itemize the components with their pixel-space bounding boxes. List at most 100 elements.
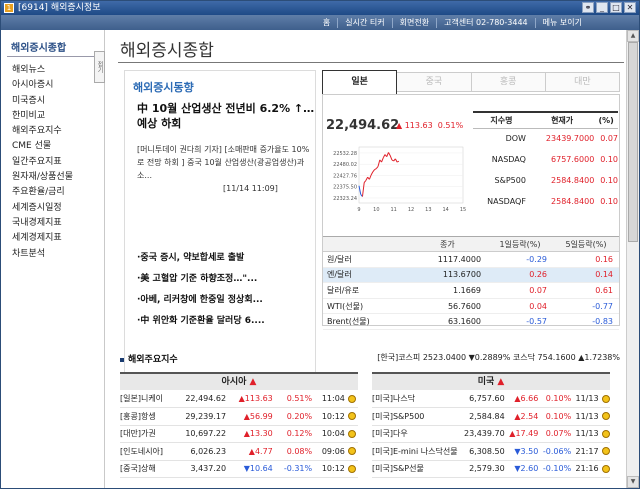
sidebar-item[interactable]: 해외주요지수 <box>12 123 73 138</box>
sidebar-item[interactable]: 주요환율/금리 <box>12 184 73 199</box>
news-link[interactable]: ·아베, 리커창에 한중일 정상회... <box>137 292 315 313</box>
sidebar-item[interactable]: 일간주요지표 <box>12 154 73 169</box>
sidebar-item[interactable]: 미국증시 <box>12 93 73 108</box>
fx-5day: 0.14 <box>553 267 619 284</box>
chart-segment <box>363 180 367 183</box>
table-row[interactable]: [대만]가권 10,697.22 ▲13.30 0.12% 10:04 <box>120 425 358 443</box>
market-pct: 0.20% <box>275 407 316 426</box>
news-headline[interactable]: 中 10월 산업생산 전년비 6.2% ↑…예상 하회 <box>137 101 315 131</box>
chart-segment <box>389 155 393 161</box>
sidebar-item[interactable]: 국내경제지표 <box>12 215 73 230</box>
col-blank <box>323 236 408 252</box>
market-value: 10,697.22 <box>174 425 230 443</box>
table-row[interactable]: [미국]나스닥 6,757.60 ▲6.66 0.10% 11/13 <box>372 390 610 408</box>
table-row[interactable]: [미국]S&P선물 2,579.30 ▼2.60 -0.10% 21:16 <box>372 460 610 478</box>
sidebar-item[interactable]: 세계경제지표 <box>12 230 73 245</box>
market-name: [인도네시아] <box>120 442 175 461</box>
scroll-up-icon[interactable]: ▲ <box>627 30 639 42</box>
news-link[interactable]: ·中 위안화 기준환율 달러당 6.... <box>137 313 315 334</box>
market-change: ▲13.30 <box>229 425 276 443</box>
table-row[interactable]: NASDAQ 6757.6000 0.10 <box>473 149 618 170</box>
news-link[interactable]: ·美 고혈압 기준 하향조정…"... <box>137 271 315 292</box>
scroll-down-icon[interactable]: ▼ <box>627 476 639 488</box>
market-value: 22,494.62 <box>174 390 230 408</box>
table-row[interactable]: S&P500 2584.8400 0.10 <box>473 170 618 191</box>
news-link[interactable]: ·중국 증시, 약보합세로 출발 <box>137 250 315 271</box>
clock-icon <box>347 460 358 478</box>
sidebar-item[interactable]: 원자재/상품선물 <box>12 169 73 184</box>
chart-segment <box>391 159 394 162</box>
table-row[interactable]: 달러/유로 1.1669 0.07 0.61 <box>323 282 619 299</box>
table-row[interactable]: Brent(선물) 63.1600 -0.57 -0.83 <box>323 313 619 330</box>
fx-close: 56.7600 <box>407 298 488 315</box>
table-row[interactable]: [미국]S&P500 2,584.84 ▲2.54 0.10% 11/13 <box>372 407 610 426</box>
market-time: 11/13 <box>574 425 602 443</box>
tab-taiwan[interactable]: 대만 <box>545 72 620 92</box>
clock-icon <box>347 407 358 426</box>
market-pct: -0.06% <box>541 442 575 461</box>
chart-frame <box>358 146 464 204</box>
clock-icon <box>601 390 610 408</box>
nav-home[interactable]: 홈 <box>316 18 337 28</box>
market-value: 23,439.70 <box>461 425 508 443</box>
market-name: [미국]E-mini 나스닥선물 <box>372 442 462 461</box>
nav-show-menu[interactable]: 메뉴 보이기 <box>534 17 589 28</box>
chart-segment <box>375 166 379 169</box>
nav-customer-center[interactable]: 고객센터 02-780-3444 <box>436 17 535 28</box>
table-row[interactable]: DOW 23439.7000 0.07 <box>473 128 618 149</box>
intraday-chart: 22532.28 22480.02 22427.76 22375.50 22323.24… <box>333 146 466 213</box>
news-summary[interactable]: [머니투데이 권다희 기자] [소매판매 증가율도 10%로 전망 하회 ] 중… <box>137 143 313 182</box>
table-row[interactable]: 원/달러 1117.4000 -0.29 0.16 <box>323 251 619 268</box>
market-name: [미국]S&P500 <box>372 407 462 426</box>
sidebar-item[interactable]: 세계증시일정 <box>12 200 73 215</box>
chart-segment <box>381 157 384 163</box>
table-row[interactable]: [일본]니케이 22,494.62 ▲113.63 0.51% 11:04 <box>120 390 358 408</box>
sidebar-collapse-tab[interactable]: 접기 <box>94 51 105 83</box>
nav-switch-screen[interactable]: 회면전환 <box>391 17 436 28</box>
market-pct: 0.07% <box>541 425 575 443</box>
table-row[interactable]: [중국]상해 3,437.20 ▼10.64 -0.31% 10:12 <box>120 460 358 478</box>
table-row[interactable]: [인도네시아] 6,026.23 ▲4.77 0.08% 09:06 <box>120 442 358 461</box>
market-change: ▼2.60 <box>507 460 542 478</box>
sidebar-item[interactable]: 차트분석 <box>12 246 73 261</box>
table-row[interactable]: [미국]E-mini 나스닥선물 6,308.50 ▼3.50 -0.06% 2… <box>372 442 610 461</box>
index-price: 2584.8400 <box>551 197 595 206</box>
tab-japan[interactable]: 일본 <box>322 70 398 94</box>
close-icon[interactable]: ✕ <box>624 2 636 13</box>
sidebar-item[interactable]: 한미비교 <box>12 108 73 123</box>
market-name: [중국]상해 <box>120 460 175 478</box>
col-1day: 1일등락(%) <box>487 236 553 252</box>
market-time: 10:04 <box>315 425 348 443</box>
chart-segment <box>370 171 374 176</box>
sidebar-item[interactable]: 아시아증시 <box>12 77 73 92</box>
sidebar-heading[interactable]: 해외증시종합 <box>11 39 66 54</box>
fx-5day: -0.77 <box>553 298 619 315</box>
vertical-scrollbar[interactable]: ▲ ▼ <box>626 30 639 488</box>
fx-close: 1.1669 <box>407 282 488 299</box>
x-tick-label: 12 <box>408 207 414 213</box>
col-5day: 5일등락(%) <box>553 236 619 252</box>
table-row[interactable]: NASDAQF 2584.8400 0.10 <box>473 191 618 212</box>
chart-segment <box>374 168 377 171</box>
tab-hongkong[interactable]: 홍콩 <box>471 72 546 92</box>
table-row[interactable]: WTI(선물) 56.7600 0.04 -0.77 <box>323 298 619 315</box>
chart-segment <box>382 154 386 159</box>
scroll-thumb[interactable] <box>628 42 638 242</box>
table-row[interactable]: 엔/달러 113.6700 0.26 0.14 <box>323 267 619 284</box>
tab-china[interactable]: 중국 <box>397 72 472 92</box>
market-change: ▲56.99 <box>229 407 276 426</box>
fx-commodity-table: 종가 1일등락(%) 5일등락(%) 원/달러 1117.4000 -0.29 … <box>323 236 621 330</box>
nav-realtime-ticker[interactable]: 실시간 티커 <box>337 17 391 28</box>
y-tick-label: 22375.50 <box>333 185 357 191</box>
window-title: [6914] 해외증시정보 <box>18 3 101 13</box>
minimize-icon[interactable]: _ <box>596 2 608 13</box>
major-index-heading: 해외주요지수 <box>120 352 178 365</box>
table-row[interactable]: [미국]다우 23,439.70 ▲17.49 0.07% 11/13 <box>372 425 610 443</box>
maximize-icon[interactable]: □ <box>610 2 622 13</box>
table-row[interactable]: [홍콩]항셍 29,239.17 ▲56.99 0.20% 10:12 <box>120 407 358 426</box>
sidebar-item[interactable]: 해외뉴스 <box>12 62 73 77</box>
sidebar-item[interactable]: CME 선물 <box>12 138 73 153</box>
chart-segment <box>396 160 400 163</box>
link-icon[interactable]: ⚭ <box>582 2 594 13</box>
index-price: 23439.7000 <box>545 134 595 144</box>
